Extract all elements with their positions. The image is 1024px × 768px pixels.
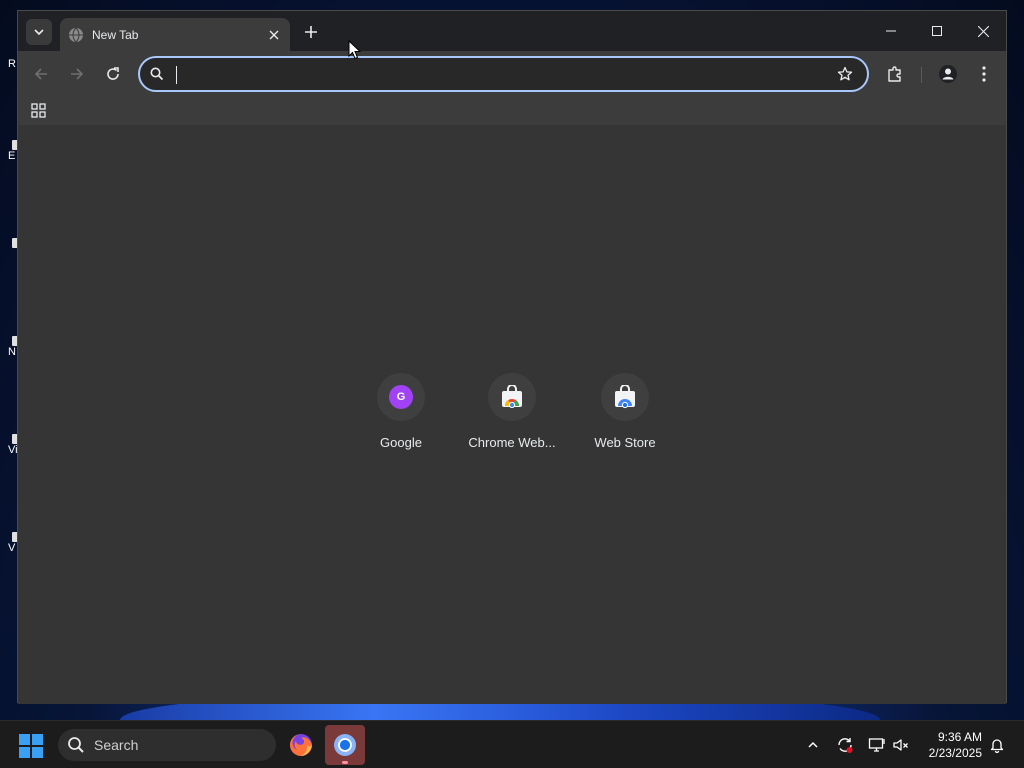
desktop-icon[interactable]: E bbox=[0, 140, 18, 163]
minimize-icon bbox=[886, 30, 896, 32]
shortcut-label: Web Store bbox=[594, 435, 656, 450]
globe-icon bbox=[69, 27, 83, 42]
desktop-icon[interactable] bbox=[0, 238, 18, 248]
toolbar bbox=[18, 51, 1006, 97]
firefox-icon bbox=[290, 734, 312, 756]
desktop-icon[interactable]: Vis bbox=[0, 434, 18, 457]
desktop-icon-label: V bbox=[8, 542, 16, 554]
shortcut-icon-container bbox=[601, 373, 649, 421]
chevron-down-icon bbox=[34, 29, 44, 36]
maximize-icon bbox=[932, 26, 942, 36]
network-icon bbox=[868, 738, 885, 752]
tab-new-tab[interactable]: New Tab bbox=[60, 18, 290, 51]
google-avatar-icon: G bbox=[389, 385, 413, 409]
taskbar-app-chrome[interactable] bbox=[325, 725, 365, 765]
close-icon bbox=[269, 30, 279, 39]
new-tab-button[interactable] bbox=[300, 21, 322, 43]
apps-grid-icon[interactable] bbox=[30, 102, 48, 120]
taskbar-search-box[interactable]: Search bbox=[58, 729, 276, 761]
shortcut-google[interactable]: G Google bbox=[345, 373, 457, 450]
chevron-up-icon bbox=[808, 741, 818, 748]
shortcut-chrome-web-store[interactable]: Chrome Web... bbox=[456, 373, 568, 450]
address-bar[interactable] bbox=[138, 56, 869, 92]
volume-muted-icon bbox=[893, 739, 908, 751]
extensions-button[interactable] bbox=[882, 61, 908, 87]
arrow-right-icon bbox=[71, 68, 84, 80]
taskbar-app-firefox[interactable] bbox=[281, 725, 321, 765]
bookmarks-bar bbox=[18, 97, 1006, 125]
shortcut-web-store[interactable]: Web Store bbox=[569, 373, 681, 450]
tab-close-button[interactable] bbox=[266, 27, 282, 43]
chrome-icon bbox=[334, 734, 356, 756]
windows-start-icon[interactable] bbox=[18, 733, 44, 759]
mouse-cursor-icon bbox=[348, 40, 362, 60]
star-icon bbox=[837, 66, 853, 81]
sync-tray-button[interactable] bbox=[835, 735, 855, 755]
show-hidden-icons-button[interactable] bbox=[803, 735, 823, 755]
taskbar: Search 9:36 AM 2/23/2025 bbox=[0, 720, 1024, 768]
desktop-icon[interactable]: V bbox=[0, 532, 18, 555]
bookmark-star-button[interactable] bbox=[835, 64, 855, 84]
toolbar-divider bbox=[921, 67, 922, 83]
maximize-button[interactable] bbox=[914, 11, 960, 51]
desktop-icon[interactable]: R bbox=[0, 58, 18, 71]
back-button[interactable] bbox=[28, 61, 54, 87]
menu-button[interactable] bbox=[971, 61, 997, 87]
desktop-icon-label: Vis bbox=[8, 444, 18, 456]
taskbar-search-label: Search bbox=[94, 737, 139, 753]
clock-time: 9:36 AM bbox=[937, 730, 982, 744]
browser-window: New Tab G Google Chrome Web... Web Store bbox=[17, 10, 1007, 704]
taskbar-clock[interactable]: 9:36 AM 2/23/2025 bbox=[918, 729, 982, 761]
active-app-indicator bbox=[342, 761, 348, 764]
shortcut-icon-container: G bbox=[377, 373, 425, 421]
tab-search-button[interactable] bbox=[26, 19, 52, 45]
new-tab-page: G Google Chrome Web... Web Store bbox=[18, 125, 1006, 704]
profile-icon bbox=[939, 65, 957, 83]
text-caret bbox=[176, 66, 177, 84]
arrow-left-icon bbox=[34, 68, 47, 80]
bell-icon bbox=[990, 739, 1004, 753]
tab-title: New Tab bbox=[92, 27, 139, 42]
shortcut-icon-container bbox=[488, 373, 536, 421]
shortcut-label: Chrome Web... bbox=[468, 435, 556, 450]
notifications-button[interactable] bbox=[987, 735, 1007, 755]
close-window-button[interactable] bbox=[960, 11, 1006, 51]
puzzle-icon bbox=[888, 66, 901, 82]
desktop-icon-label: N bbox=[8, 346, 16, 358]
web-store-icon bbox=[615, 385, 635, 409]
close-icon bbox=[977, 25, 989, 37]
clock-date: 2/23/2025 bbox=[928, 746, 982, 760]
chrome-web-store-icon bbox=[502, 385, 522, 409]
search-icon bbox=[150, 67, 164, 81]
desktop-icon-label: E bbox=[8, 150, 16, 162]
shortcut-label: Google bbox=[380, 435, 422, 450]
profile-button[interactable] bbox=[935, 61, 961, 87]
desktop-icon-label: R bbox=[8, 58, 16, 70]
more-vert-icon bbox=[982, 66, 986, 82]
title-bar: New Tab bbox=[18, 11, 1006, 51]
reload-icon bbox=[107, 67, 119, 80]
sync-icon bbox=[838, 738, 853, 753]
minimize-button[interactable] bbox=[868, 11, 914, 51]
address-input[interactable] bbox=[173, 60, 835, 88]
network-tray-button[interactable] bbox=[867, 735, 887, 755]
forward-button[interactable] bbox=[64, 61, 90, 87]
desktop-icon[interactable]: N bbox=[0, 336, 18, 359]
reload-button[interactable] bbox=[100, 61, 126, 87]
plus-icon bbox=[305, 26, 317, 38]
volume-tray-button[interactable] bbox=[891, 735, 911, 755]
search-icon bbox=[68, 737, 84, 753]
